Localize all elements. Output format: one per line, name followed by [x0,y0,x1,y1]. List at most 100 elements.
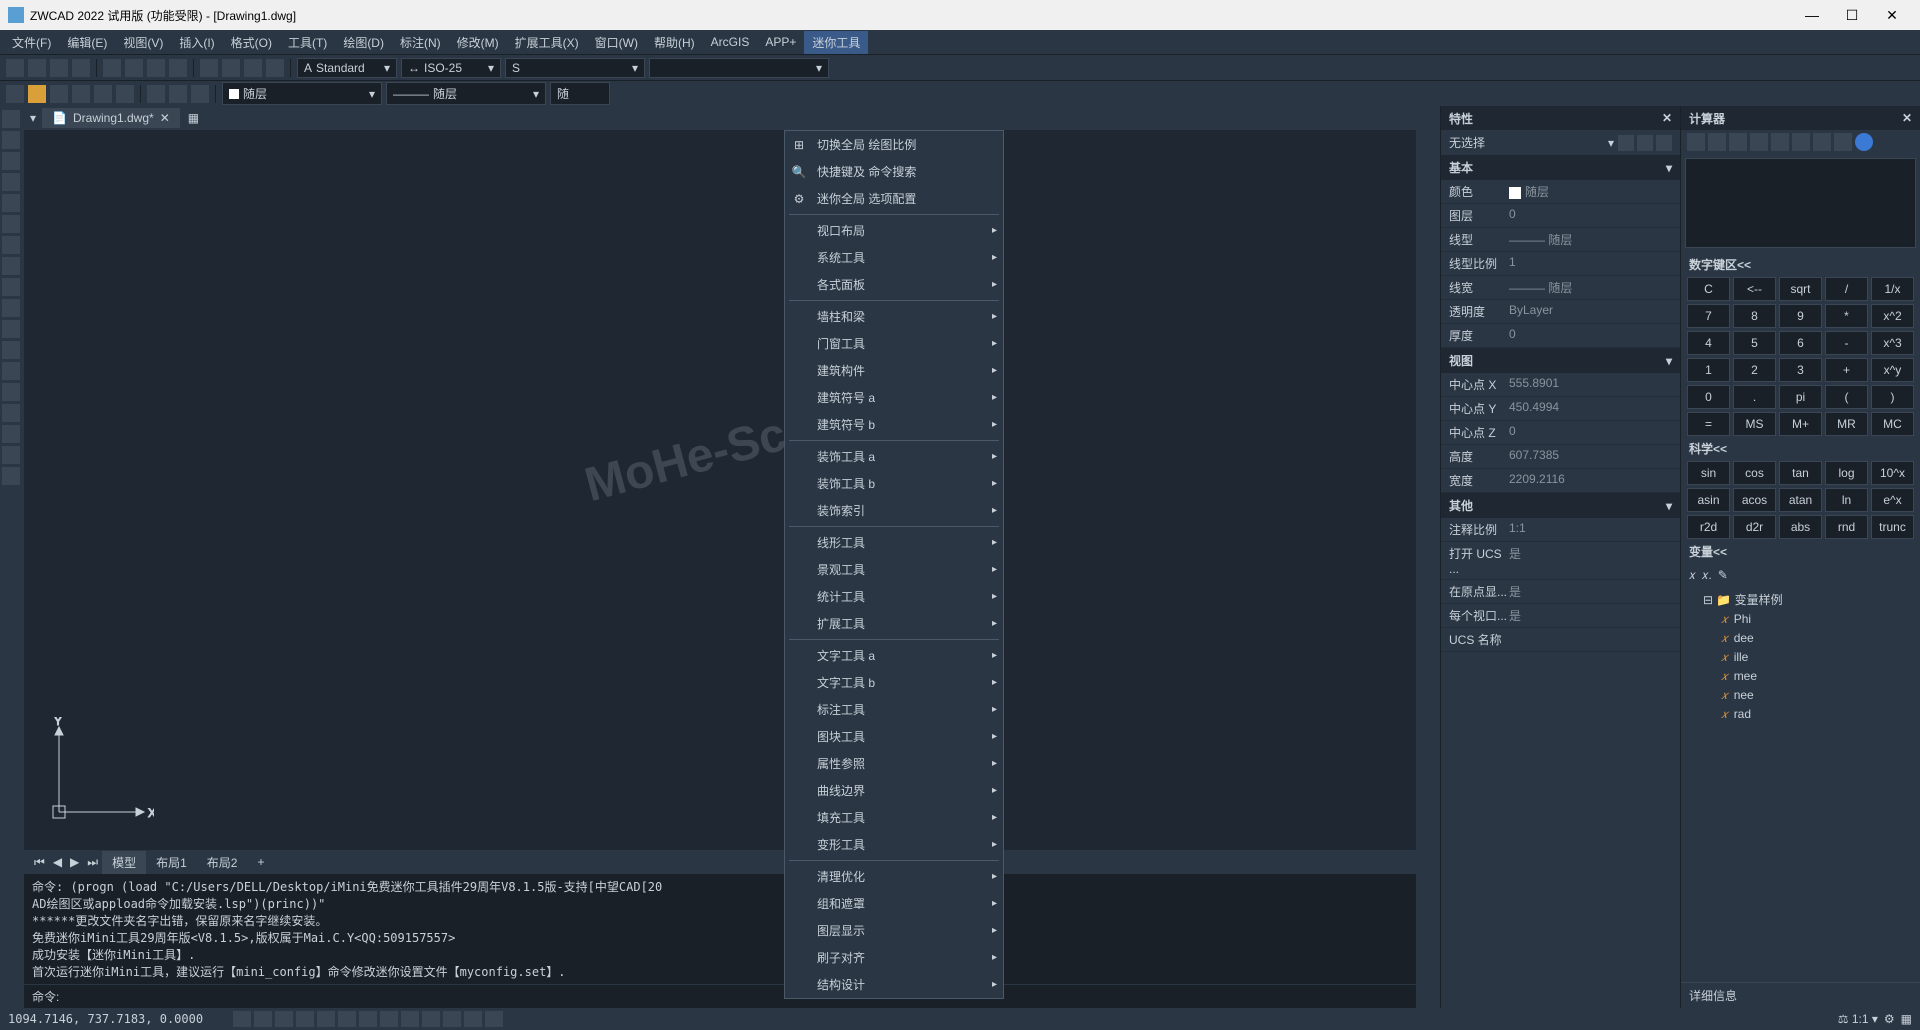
menu-item[interactable]: 绘图(D) [335,31,392,54]
line-icon[interactable] [2,110,20,128]
tool-icon[interactable] [266,59,284,77]
menu-item[interactable]: 清理优化▸ [785,863,1003,890]
combo[interactable]: ▾ [649,58,829,78]
calc-tool-icon[interactable] [1771,133,1789,151]
tool-icon[interactable] [147,59,165,77]
calc-button[interactable]: 10^x [1871,461,1914,485]
property-row[interactable]: 中心点 Z0 [1441,421,1680,445]
new-tab-button[interactable]: ▦ [180,108,207,128]
property-row[interactable]: 线型比例1 [1441,252,1680,276]
calc-button[interactable]: pi [1779,385,1822,409]
calc-button[interactable]: 1/x [1871,277,1914,301]
spline-icon[interactable] [2,278,20,296]
dyn-icon[interactable] [359,1011,377,1027]
pickadd-icon[interactable] [1637,135,1653,151]
property-row[interactable]: 每个视口...是 [1441,604,1680,628]
menu-item[interactable]: 插入(I) [171,31,222,54]
var-header[interactable]: 变量<< [1681,539,1920,564]
tab-prev-icon[interactable]: ◀ [49,855,66,869]
calc-button[interactable]: <-- [1733,277,1776,301]
calc-button[interactable]: 7 [1687,304,1730,328]
tool-icon[interactable] [125,59,143,77]
menu-item[interactable]: 门窗工具▸ [785,330,1003,357]
calc-button[interactable]: tan [1779,461,1822,485]
menu-item[interactable]: 变形工具▸ [785,831,1003,858]
osnap-icon[interactable] [317,1011,335,1027]
variable-tree[interactable]: ⊟ 📁 变量样例 𝑥Phi𝑥dee𝑥ille𝑥mee𝑥nee𝑥rad [1681,587,1920,982]
otrack-icon[interactable] [338,1011,356,1027]
tool-icon[interactable] [200,59,218,77]
menu-item[interactable]: 曲线边界▸ [785,777,1003,804]
calc-button[interactable]: M+ [1779,412,1822,436]
menu-item[interactable]: 建筑构件▸ [785,357,1003,384]
menu-item[interactable]: 标注工具▸ [785,696,1003,723]
calc-help-icon[interactable] [1855,133,1873,151]
property-row[interactable]: UCS 名称 [1441,628,1680,652]
tool-icon[interactable] [169,59,187,77]
menu-item[interactable]: 墙柱和梁▸ [785,303,1003,330]
property-row[interactable]: 高度607.7385 [1441,445,1680,469]
tab-nav[interactable]: ▾ [24,111,42,125]
ellipsearc-icon[interactable] [2,320,20,338]
hatch-icon[interactable] [2,404,20,422]
menu-item[interactable]: 图块工具▸ [785,723,1003,750]
calc-button[interactable]: sin [1687,461,1730,485]
calc-button[interactable]: asin [1687,488,1730,512]
calc-button[interactable]: rnd [1825,515,1868,539]
menu-item[interactable]: 文字工具 a▸ [785,642,1003,669]
status-icon[interactable] [422,1011,440,1027]
panel-close-icon[interactable]: ✕ [1662,111,1672,125]
menu-item[interactable]: 格式(O) [223,31,280,54]
status-icon[interactable]: ⚙ [1884,1012,1895,1026]
menu-item[interactable]: 结构设计▸ [785,971,1003,998]
variable-item[interactable]: 𝑥rad [1689,705,1912,724]
block-icon[interactable] [2,362,20,380]
calc-button[interactable]: abs [1779,515,1822,539]
rect-icon[interactable] [2,194,20,212]
calc-button[interactable]: e^x [1871,488,1914,512]
menu-item[interactable]: 线形工具▸ [785,529,1003,556]
property-row[interactable]: 透明度ByLayer [1441,300,1680,324]
property-row[interactable]: 中心点 X555.8901 [1441,373,1680,397]
drawing-canvas[interactable]: MoHe-Sc.com ⊞切换全局 绘图比例🔍快捷键及 命令搜索⚙迷你全局 选项… [24,130,1416,850]
gradient-icon[interactable] [2,425,20,443]
calc-button[interactable]: 3 [1779,358,1822,382]
calc-button[interactable]: MR [1825,412,1868,436]
pline-icon[interactable] [2,152,20,170]
tool-icon[interactable] [244,59,262,77]
calc-tool-icon[interactable] [1834,133,1852,151]
menu-item[interactable]: 装饰索引▸ [785,497,1003,524]
tool-icon[interactable] [222,59,240,77]
model-icon[interactable] [401,1011,419,1027]
tool-icon[interactable] [50,85,68,103]
calc-button[interactable]: x^3 [1871,331,1914,355]
property-row[interactable]: 颜色随层 [1441,180,1680,204]
property-row[interactable]: 线宽——— 随层 [1441,276,1680,300]
calc-button[interactable]: MC [1871,412,1914,436]
file-tab[interactable]: 📄 Drawing1.dwg* ✕ [42,108,180,128]
tool-icon[interactable] [116,85,134,103]
tool-icon[interactable] [28,59,46,77]
menu-item[interactable]: 扩展工具(X) [507,31,587,54]
calc-button[interactable]: ) [1871,385,1914,409]
revcloud-icon[interactable] [2,257,20,275]
calc-button[interactable]: 5 [1733,331,1776,355]
menu-item[interactable]: 系统工具▸ [785,244,1003,271]
section-basic[interactable]: 基本▾ [1441,155,1680,180]
calc-button[interactable]: sqrt [1779,277,1822,301]
menu-item[interactable]: 工具(T) [280,31,335,54]
var-tool-icon[interactable]: ✎ [1718,568,1728,583]
selection-combo[interactable]: 无选择 [1449,134,1604,151]
menu-item[interactable]: APP+ [757,32,804,52]
calc-button[interactable]: C [1687,277,1730,301]
combo[interactable]: S▾ [505,58,645,78]
menu-item[interactable]: 文字工具 b▸ [785,669,1003,696]
menu-item[interactable]: 统计工具▸ [785,583,1003,610]
tool-icon[interactable] [169,85,187,103]
tab-layout1[interactable]: 布局1 [146,851,197,874]
calc-tool-icon[interactable] [1687,133,1705,151]
menu-item[interactable]: 装饰工具 b▸ [785,470,1003,497]
close-button[interactable]: ✕ [1872,7,1912,24]
menu-item[interactable]: 建筑符号 b▸ [785,411,1003,438]
point-icon[interactable] [2,383,20,401]
